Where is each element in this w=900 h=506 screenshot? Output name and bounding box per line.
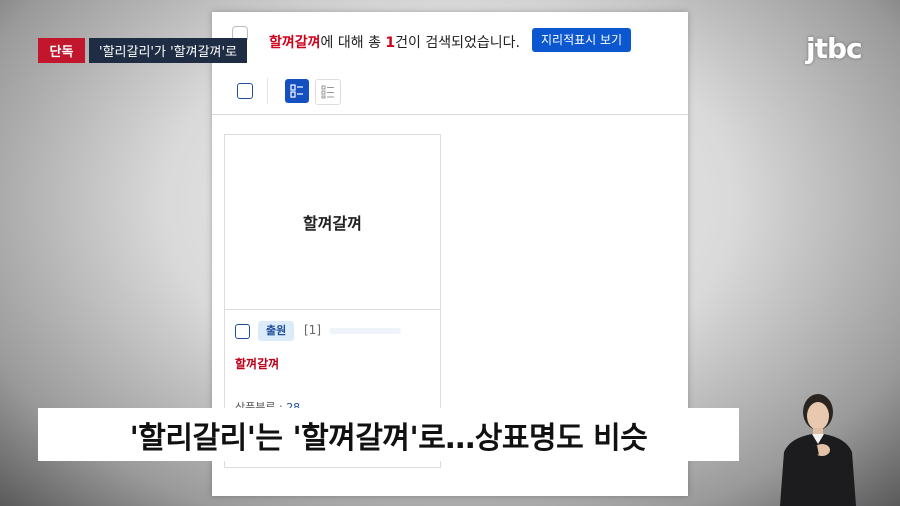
card-view-icon <box>290 84 303 98</box>
trademark-title[interactable]: 할껴갈껴 <box>235 355 279 372</box>
status-badge: 출원 <box>258 321 295 341</box>
card-view-button[interactable] <box>285 79 309 103</box>
select-all-checkbox[interactable] <box>237 83 253 99</box>
toolbar-separator <box>212 114 688 115</box>
result-checkbox[interactable] <box>235 324 250 339</box>
toolbar-divider <box>267 78 268 104</box>
result-summary: 할껴갈껴에 대해 총 1건이 검색되었습니다. <box>269 32 520 52</box>
list-view-button[interactable] <box>315 79 341 105</box>
headline-tag: '할리갈리'가 '할껴갈껴'로 <box>89 38 248 63</box>
exclusive-tag: 단독 <box>38 38 85 63</box>
result-index: [1] <box>304 323 321 337</box>
result-text-end: 건이 검색되었습니다. <box>395 35 520 51</box>
result-text-mid: 에 대해 총 <box>320 35 386 51</box>
news-caption: '할리갈리'는 '할껴갈껴'로…상표명도 비슷 <box>129 420 648 456</box>
sign-language-interpreter <box>780 394 856 506</box>
geo-indication-button[interactable]: 지리적표시 보기 <box>532 28 632 52</box>
result-count: 1 <box>385 35 396 51</box>
trademark-image[interactable]: 할껴갈껴 <box>225 135 440 310</box>
jtbc-logo: jtbc <box>806 32 863 65</box>
list-view-icon <box>321 85 334 99</box>
search-keyword: 할껴갈껴 <box>269 35 321 51</box>
blurred-application-number <box>329 328 401 334</box>
caption-box: '할리갈리'는 '할껴갈껴'로…상표명도 비슷 <box>38 408 739 461</box>
